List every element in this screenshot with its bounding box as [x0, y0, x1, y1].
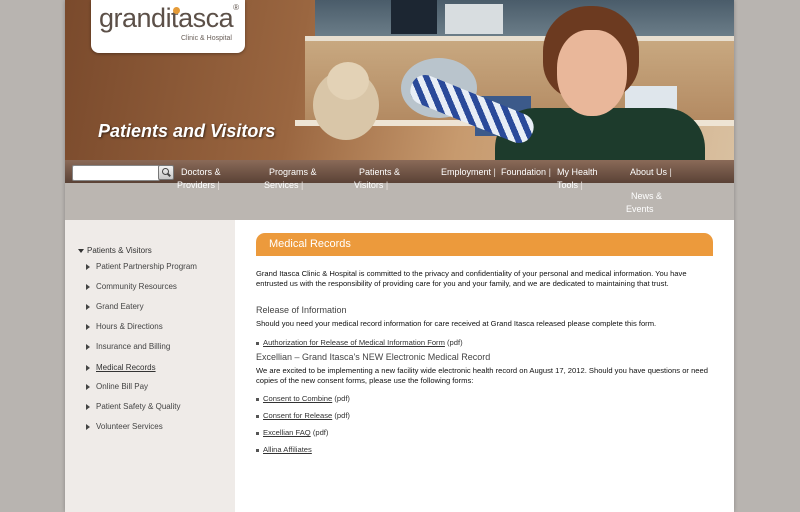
triangle-right-icon [86, 423, 90, 430]
banner-photo-shelf [315, 0, 734, 38]
nav-item-news-events[interactable]: News & Events [626, 190, 662, 216]
triangle-right-icon [86, 383, 90, 390]
consent-to-combine-link[interactable]: Consent to Combine [263, 394, 332, 403]
triangle-right-icon [86, 323, 90, 330]
nav-item-foundation[interactable]: Foundation | [501, 166, 551, 179]
triangle-down-icon [78, 248, 84, 253]
sidebar-item-medical-records[interactable]: Medical Records [86, 363, 156, 372]
sidebar-item-volunteer-services[interactable]: Volunteer Services [86, 422, 163, 431]
triangle-right-icon [86, 343, 90, 350]
logo-subtitle: Clinic & Hospital [181, 35, 232, 42]
intro-paragraph: Grand Itasca Clinic & Hospital is commit… [256, 269, 687, 288]
search-input[interactable] [72, 165, 160, 181]
page-title-bar: Medical Records [256, 233, 713, 256]
nav-item-programs[interactable]: Programs & Services | [264, 166, 317, 192]
banner-title: Patients and Visitors [98, 121, 276, 141]
nav-item-employment[interactable]: Employment | [441, 166, 496, 179]
excellian-paragraph: We are excited to be implementing a new … [256, 366, 708, 385]
sidebar-item-online-bill-pay[interactable]: Online Bill Pay [86, 382, 148, 391]
triangle-right-icon [86, 403, 90, 410]
sidebar-item-patient-safety[interactable]: Patient Safety & Quality [86, 402, 181, 411]
sidebar-item-grand-eatery[interactable]: Grand Eatery [86, 302, 144, 311]
page-title: Medical Records [269, 238, 351, 250]
search-button[interactable] [158, 165, 174, 180]
sidebar-heading[interactable]: Patients & Visitors [78, 246, 152, 255]
sidebar-item-insurance-billing[interactable]: Insurance and Billing [86, 342, 170, 351]
allina-affiliates-link[interactable]: Allina Affiliates [263, 445, 312, 454]
list-item: Consent to Combine (pdf) [256, 394, 350, 403]
nav-item-about-us[interactable]: About Us | [630, 166, 672, 179]
nav-item-doctors[interactable]: Doctors & Providers | [177, 166, 221, 192]
triangle-right-icon [86, 364, 90, 371]
release-paragraph: Should you need your medical record info… [256, 319, 657, 328]
triangle-right-icon [86, 283, 90, 290]
logo-word-part1: grand [99, 3, 166, 33]
section-heading-excellian: Excellian – Grand Itasca's NEW Electroni… [256, 352, 491, 362]
sidebar-item-patient-partnership[interactable]: Patient Partnership Program [86, 262, 197, 271]
sidebar: Patients & Visitors Patient Partnership … [65, 220, 235, 512]
list-item: Allina Affiliates [256, 445, 312, 454]
triangle-right-icon [86, 303, 90, 310]
triangle-right-icon [86, 263, 90, 270]
list-item: Authorization for Release of Medical Inf… [256, 338, 463, 347]
authorization-form-link[interactable]: Authorization for Release of Medical Inf… [263, 338, 445, 347]
section-heading-release: Release of Information [256, 305, 347, 315]
nav-item-patients[interactable]: Patients & Visitors | [354, 166, 400, 192]
nav-item-my-health-tools[interactable]: My Health Tools | [557, 166, 598, 192]
sidebar-item-hours-directions[interactable]: Hours & Directions [86, 322, 163, 331]
list-item: Excellian FAQ (pdf) [256, 428, 328, 437]
site-logo[interactable]: granditasca® Clinic & Hospital [91, 0, 245, 53]
logo-dot-icon [173, 7, 180, 14]
banner-photo-person [557, 30, 627, 116]
header-banner: granditasca® Clinic & Hospital Patients … [65, 0, 734, 160]
excellian-faq-link[interactable]: Excellian FAQ [263, 428, 311, 437]
main-content: Medical Records Grand Itasca Clinic & Ho… [235, 220, 734, 512]
sidebar-item-community-resources[interactable]: Community Resources [86, 282, 177, 291]
list-item: Consent for Release (pdf) [256, 411, 350, 420]
page: granditasca® Clinic & Hospital Patients … [65, 0, 734, 512]
consent-for-release-link[interactable]: Consent for Release [263, 411, 332, 420]
